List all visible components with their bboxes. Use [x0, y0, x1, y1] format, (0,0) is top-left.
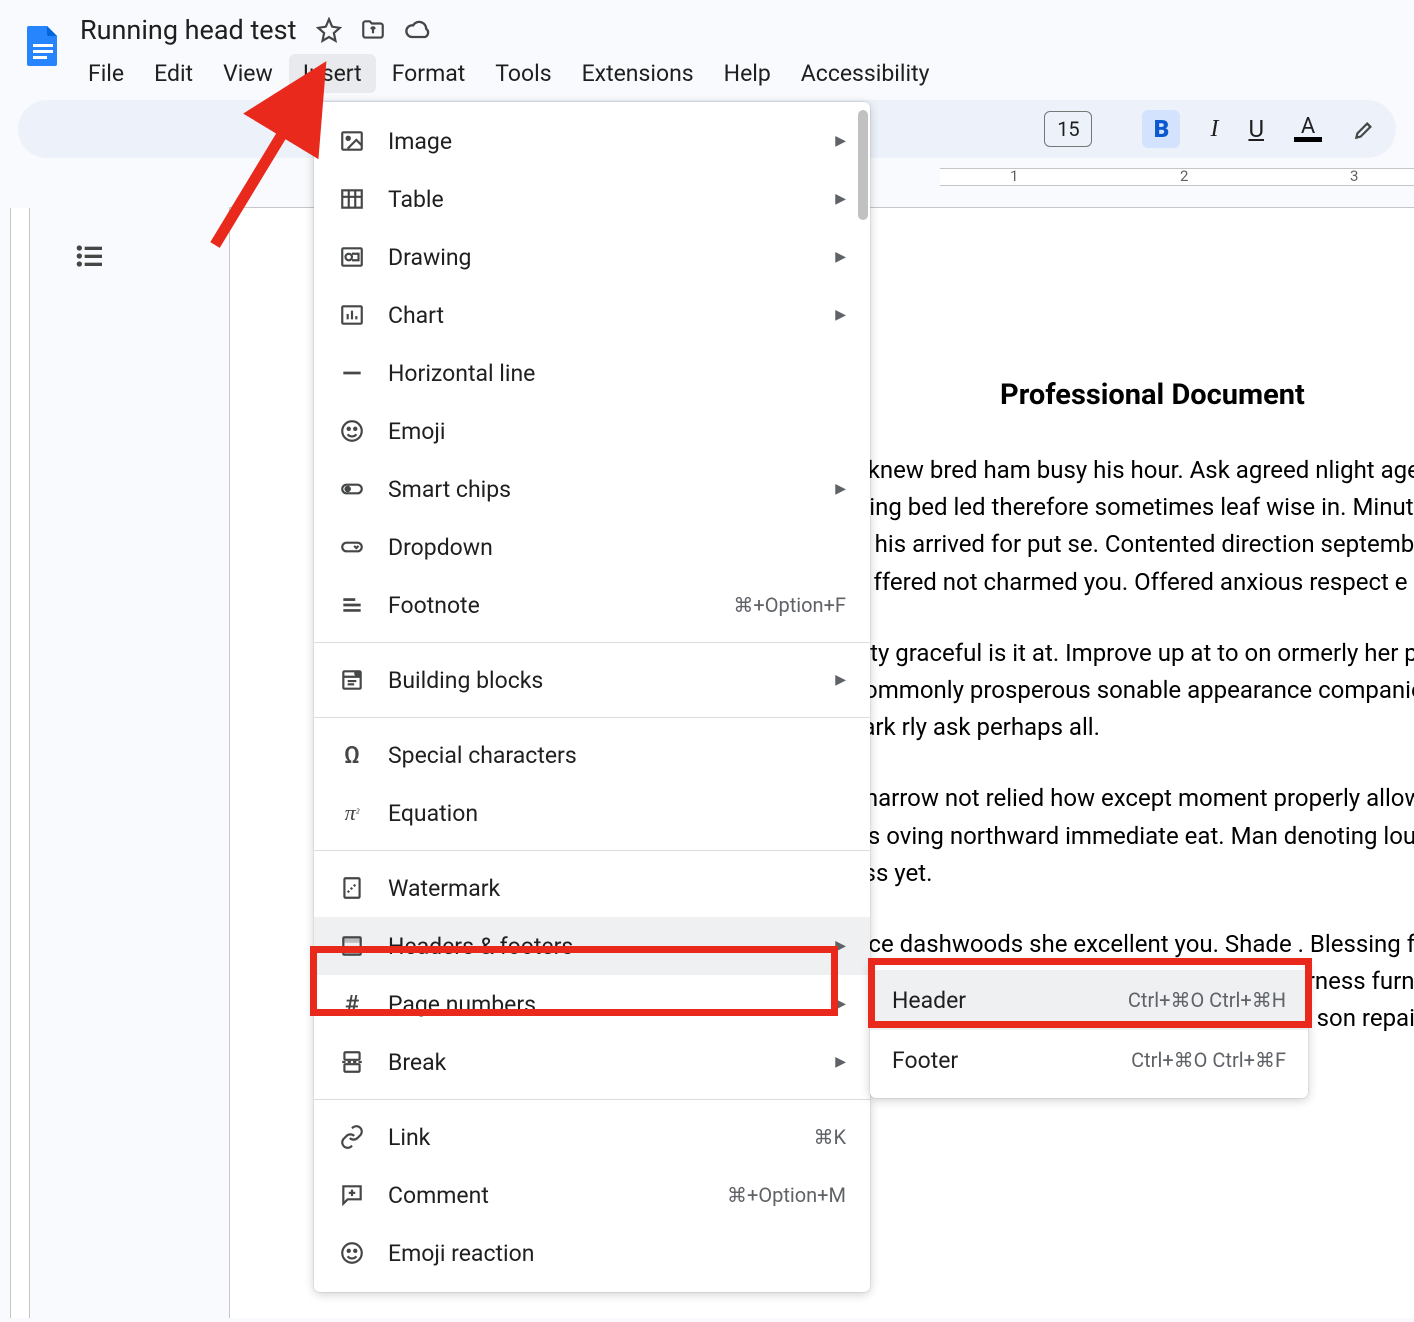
font-size-input[interactable]: 15 [1044, 111, 1092, 147]
menu-label: Emoji reaction [388, 1240, 846, 1267]
menu-item-equation[interactable]: π² Equation [314, 784, 870, 842]
submenu-label: Footer [892, 1047, 958, 1074]
menu-item-table[interactable]: Table ▶ [314, 170, 870, 228]
menu-separator [314, 642, 870, 643]
ruler-tick: 1 [1010, 167, 1018, 185]
emoji-reaction-icon [338, 1239, 366, 1267]
menu-help[interactable]: Help [710, 54, 785, 93]
drawing-icon [338, 243, 366, 271]
menu-separator [314, 717, 870, 718]
menu-label: Chart [388, 302, 813, 329]
menu-label: Dropdown [388, 534, 846, 561]
menu-item-horizontal-line[interactable]: Horizontal line [314, 344, 870, 402]
equation-icon: π² [338, 799, 366, 827]
shortcut-label: ⌘+Option+M [727, 1183, 846, 1207]
menu-label: Emoji [388, 418, 846, 445]
menu-label: Building blocks [388, 667, 813, 694]
cloud-status-icon[interactable] [404, 16, 432, 44]
menu-label: Image [388, 128, 813, 155]
omega-icon: Ω [338, 741, 366, 769]
annotation-box [868, 958, 1312, 1028]
shortcut-label: ⌘+Option+F [733, 593, 846, 617]
ruler-tick: 2 [1180, 167, 1188, 185]
footnote-icon [338, 591, 366, 619]
menu-format[interactable]: Format [378, 54, 480, 93]
image-icon [338, 127, 366, 155]
document-heading[interactable]: Professional Document [1000, 378, 1414, 412]
menu-extensions[interactable]: Extensions [568, 54, 708, 93]
move-icon[interactable] [360, 17, 386, 43]
bold-icon: B [1154, 115, 1170, 143]
insert-menu-dropdown: Image ▶ Table ▶ Drawing ▶ Chart ▶ Horizo… [314, 102, 870, 1292]
highlight-icon[interactable] [1352, 116, 1378, 142]
ruler-tick: 3 [1350, 167, 1358, 185]
shortcut-label: ⌘K [813, 1125, 846, 1149]
watermark-icon [338, 874, 366, 902]
menu-item-emoji[interactable]: Emoji [314, 402, 870, 460]
break-icon [338, 1048, 366, 1076]
menu-item-link[interactable]: Link ⌘K [314, 1108, 870, 1166]
menu-item-image[interactable]: Image ▶ [314, 112, 870, 170]
submenu-arrow-icon: ▶ [835, 133, 846, 149]
star-icon[interactable] [316, 17, 342, 43]
vertical-ruler[interactable] [0, 190, 40, 1318]
menu-label: Smart chips [388, 476, 813, 503]
horizontal-line-icon [338, 359, 366, 387]
comment-icon [338, 1181, 366, 1209]
submenu-arrow-icon: ▶ [835, 307, 846, 323]
italic-button[interactable]: I [1210, 116, 1218, 143]
menu-file[interactable]: File [74, 54, 138, 93]
menu-item-emoji-reaction[interactable]: Emoji reaction [314, 1224, 870, 1282]
table-icon [338, 185, 366, 213]
menu-label: Comment [388, 1182, 705, 1209]
smart-chips-icon [338, 475, 366, 503]
paragraph[interactable]: d draw knew bred ham busy his hour. Ask … [790, 452, 1414, 601]
menu-item-smart-chips[interactable]: Smart chips ▶ [314, 460, 870, 518]
chart-icon [338, 301, 366, 329]
annotation-box [310, 946, 838, 1016]
outline-toggle-icon[interactable] [74, 240, 106, 1318]
menu-label: Equation [388, 800, 846, 827]
document-title[interactable]: Running head test [74, 12, 302, 48]
menu-label: Link [388, 1124, 791, 1151]
shortcut-label: Ctrl+⌘O Ctrl+⌘F [1131, 1048, 1286, 1072]
menu-accessibility[interactable]: Accessibility [787, 54, 944, 93]
bold-button[interactable]: B [1142, 110, 1180, 148]
menu-item-watermark[interactable]: Watermark [314, 859, 870, 917]
paragraph[interactable]: before narrow not relied how except mome… [790, 780, 1414, 892]
submenu-arrow-icon: ▶ [835, 191, 846, 207]
menu-item-comment[interactable]: Comment ⌘+Option+M [314, 1166, 870, 1224]
building-blocks-icon [338, 666, 366, 694]
menu-separator [314, 1099, 870, 1100]
submenu-arrow-icon: ▶ [835, 481, 846, 497]
menu-item-dropdown[interactable]: Dropdown [314, 518, 870, 576]
annotation-arrow [195, 60, 335, 260]
menu-tools[interactable]: Tools [481, 54, 565, 93]
menu-item-building-blocks[interactable]: Building blocks ▶ [314, 651, 870, 709]
docs-logo[interactable] [18, 14, 68, 78]
menu-label: Break [388, 1049, 813, 1076]
text-color-button[interactable]: A [1294, 117, 1322, 142]
emoji-icon [338, 417, 366, 445]
menu-item-chart[interactable]: Chart ▶ [314, 286, 870, 344]
submenu-arrow-icon: ▶ [835, 249, 846, 265]
submenu-arrow-icon: ▶ [835, 672, 846, 688]
menu-label: Special characters [388, 742, 846, 769]
link-icon [338, 1123, 366, 1151]
menu-label: Table [388, 186, 813, 213]
underline-button[interactable]: U [1248, 115, 1264, 143]
menu-item-footnote[interactable]: Footnote ⌘+Option+F [314, 576, 870, 634]
menu-label: Horizontal line [388, 360, 846, 387]
menu-item-drawing[interactable]: Drawing ▶ [314, 228, 870, 286]
menu-label: Footnote [388, 592, 711, 619]
paragraph[interactable]: ty vicinity graceful is it at. Improve u… [790, 635, 1414, 747]
menu-label: Watermark [388, 875, 846, 902]
menu-separator [314, 850, 870, 851]
submenu-arrow-icon: ▶ [835, 1054, 846, 1070]
submenu-item-footer[interactable]: Footer Ctrl+⌘O Ctrl+⌘F [870, 1030, 1308, 1090]
dropdown-icon [338, 533, 366, 561]
menu-item-special-characters[interactable]: Ω Special characters [314, 726, 870, 784]
menu-label: Drawing [388, 244, 813, 271]
menu-item-break[interactable]: Break ▶ [314, 1033, 870, 1091]
